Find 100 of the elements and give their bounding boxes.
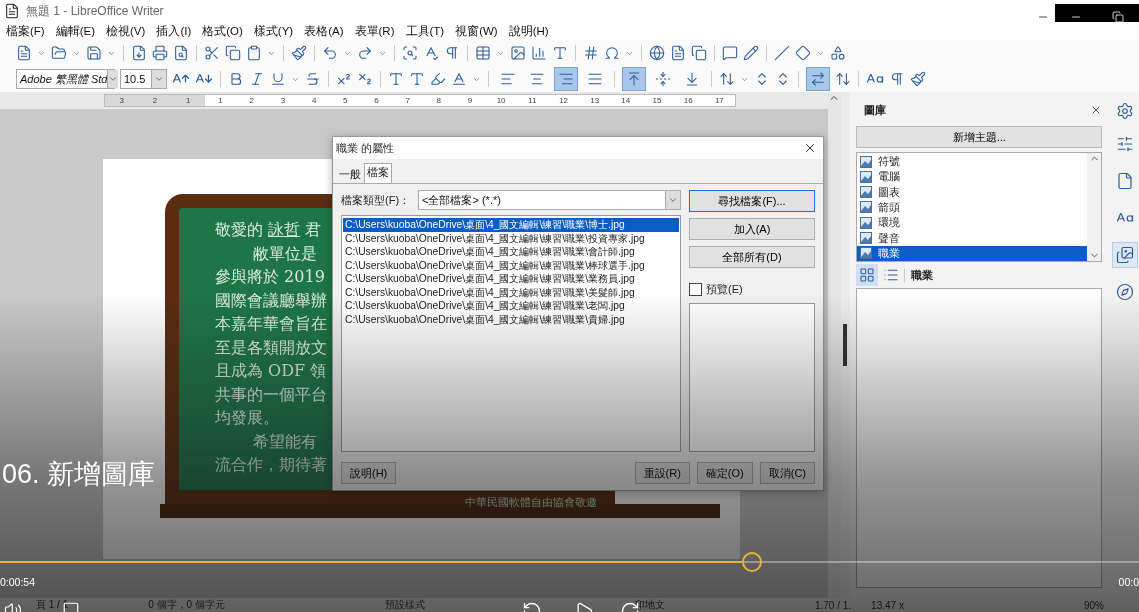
ruler-number: 17 xyxy=(713,95,725,106)
printer-icon[interactable] xyxy=(152,45,168,61)
file-item[interactable]: C:\Users\kuoba\OneDrive\桌面\4_國文編輯\練習\職業\業務員.jpg xyxy=(343,272,679,286)
undo-icon[interactable] xyxy=(322,45,338,61)
theme-item[interactable]: 職業 xyxy=(857,245,1088,261)
text-box-icon[interactable] xyxy=(552,45,568,61)
new-theme-button[interactable]: 新增主題... xyxy=(856,126,1103,148)
dialog-button[interactable]: 全部所有(D) xyxy=(689,246,815,268)
menu-item[interactable]: 格式(O) xyxy=(202,23,243,39)
menu-item[interactable]: 表格(A) xyxy=(304,23,344,39)
menu-item[interactable]: 插入(I) xyxy=(156,23,192,39)
close-icon[interactable] xyxy=(803,141,817,155)
dropdown-icon[interactable] xyxy=(668,195,678,205)
chart-icon[interactable] xyxy=(531,45,547,61)
progress-thumb[interactable] xyxy=(741,552,762,572)
deck-tab[interactable] xyxy=(1111,242,1138,268)
dialog-button[interactable]: 確定(O) xyxy=(696,462,753,484)
underline-icon[interactable] xyxy=(270,71,286,87)
tab[interactable]: 一般 xyxy=(336,165,364,183)
field-icon[interactable] xyxy=(583,45,599,61)
ruler-number: 15 xyxy=(651,95,663,106)
theme-item[interactable]: 聲音 xyxy=(857,230,1088,246)
vertical-text-icon[interactable] xyxy=(835,71,851,87)
menu-item[interactable]: 工具(T) xyxy=(405,23,445,39)
file-item[interactable]: C:\Users\kuoba\OneDrive\桌面\4_國文編輯\練習\職業\會計師.jpg xyxy=(343,245,679,259)
theme-item[interactable]: 符號 xyxy=(857,154,1088,170)
menu-item[interactable]: 檔案(F) xyxy=(6,23,45,39)
diamond-icon[interactable] xyxy=(795,45,811,61)
superscript-icon[interactable] xyxy=(336,71,352,87)
dropdown-icon[interactable] xyxy=(108,74,119,84)
theme-item[interactable]: 環境 xyxy=(857,215,1088,231)
copy-icon[interactable] xyxy=(225,45,241,61)
checkbox[interactable] xyxy=(689,283,702,296)
dialog-button[interactable]: 重設(R) xyxy=(634,462,690,484)
spellcheck-icon[interactable] xyxy=(423,45,439,61)
paste-icon[interactable] xyxy=(246,45,262,61)
shapes-icon[interactable] xyxy=(830,45,846,61)
edit-style-icon[interactable] xyxy=(910,71,926,87)
dialog-button[interactable]: 取消(C) xyxy=(759,462,815,484)
dropdown-icon[interactable] xyxy=(154,74,164,84)
scissors-icon[interactable] xyxy=(204,45,220,61)
file-item[interactable]: C:\Users\kuoba\OneDrive\桌面\4_國文編輯\練習\職業\博士.jpg xyxy=(343,218,679,232)
board-text: 共事的一個平台 xyxy=(215,383,327,406)
icon-view-button[interactable] xyxy=(856,264,879,286)
globe-icon[interactable] xyxy=(649,45,665,61)
pdf-export-icon[interactable] xyxy=(131,45,147,61)
menu-item[interactable]: 編輯(E) xyxy=(55,23,96,39)
line-spacing-icon[interactable] xyxy=(719,71,735,87)
subscript-icon[interactable] xyxy=(357,71,373,87)
file-item[interactable]: C:\Users\kuoba\OneDrive\桌面\4_國文編輯\練習\職業\美髮師.jpg xyxy=(343,285,679,299)
tab[interactable]: 檔案 xyxy=(364,163,392,183)
save-icon[interactable] xyxy=(86,45,102,61)
pilcrow-icon[interactable] xyxy=(444,45,460,61)
footnote-icon[interactable] xyxy=(670,45,686,61)
print-preview-icon[interactable] xyxy=(173,45,189,61)
scrollbar[interactable] xyxy=(1087,153,1102,261)
bold-icon[interactable] xyxy=(228,71,244,87)
find-icon[interactable] xyxy=(402,45,418,61)
folder-icon[interactable] xyxy=(51,45,67,61)
strikethrough-icon[interactable] xyxy=(305,71,321,87)
file-type-dropdown[interactable]: <全部檔案> (*.*) xyxy=(418,190,681,210)
document-icon[interactable] xyxy=(16,45,32,61)
theme-item[interactable]: 電腦 xyxy=(857,169,1088,185)
font-color-icon[interactable] xyxy=(451,71,467,87)
shadow-text-icon[interactable] xyxy=(388,71,404,87)
paragraph-style-icon[interactable] xyxy=(889,71,905,87)
image-icon[interactable] xyxy=(510,45,526,61)
font-size-field[interactable]: 10.5 xyxy=(120,69,167,89)
settings-icon[interactable] xyxy=(1115,102,1134,120)
dialog-button[interactable]: 尋找檔案(F)... xyxy=(689,190,815,212)
menu-item[interactable]: 表單(R) xyxy=(354,23,395,39)
file-item[interactable]: C:\Users\kuoba\OneDrive\桌面\4_國文編輯\練習\職業\貴婦.jpg xyxy=(343,312,679,326)
file-item[interactable]: C:\Users\kuoba\OneDrive\桌面\4_國文編輯\練習\職業\投資專家.jpg xyxy=(343,231,679,245)
menu-item[interactable]: 說明(H) xyxy=(508,23,549,39)
align-right-button[interactable] xyxy=(554,67,578,91)
restore-icon[interactable] xyxy=(1112,11,1124,23)
omega-icon[interactable] xyxy=(604,45,620,61)
scroll-down-icon[interactable] xyxy=(1088,250,1100,261)
highlighter-icon[interactable] xyxy=(430,71,446,87)
menu-item[interactable]: 視窗(W) xyxy=(455,23,498,39)
track-changes-icon[interactable] xyxy=(743,45,759,61)
table-icon[interactable] xyxy=(475,45,491,61)
italic-icon[interactable] xyxy=(249,71,265,87)
comment-icon[interactable] xyxy=(722,45,738,61)
font-name-field[interactable]: Adobe 繁黑體 Std xyxy=(16,69,115,89)
theme-item[interactable]: 圖表 xyxy=(857,184,1088,200)
paintbrush-icon[interactable] xyxy=(291,45,307,61)
menu-item[interactable]: 檢視(V) xyxy=(106,23,146,39)
help-button[interactable]: 說明(H) xyxy=(341,462,397,484)
board-text: 至是各類開放文 xyxy=(215,336,327,359)
outline-text-icon[interactable] xyxy=(409,71,425,87)
page-icon[interactable] xyxy=(691,45,707,61)
line-icon[interactable] xyxy=(774,45,790,61)
theme-item[interactable]: 箭頭 xyxy=(857,199,1088,216)
text-direction-button[interactable] xyxy=(806,67,830,91)
file-item[interactable]: C:\Users\kuoba\OneDrive\桌面\4_國文編輯\練習\職業\棒球選手.jpg xyxy=(343,258,679,272)
menu-item[interactable]: 樣式(Y) xyxy=(253,23,294,39)
redo-icon[interactable] xyxy=(357,45,373,61)
file-item[interactable]: C:\Users\kuoba\OneDrive\桌面\4_國文編輯\練習\職業\老闆.jpg xyxy=(343,299,679,313)
dialog-button[interactable]: 加入(A) xyxy=(689,218,815,240)
